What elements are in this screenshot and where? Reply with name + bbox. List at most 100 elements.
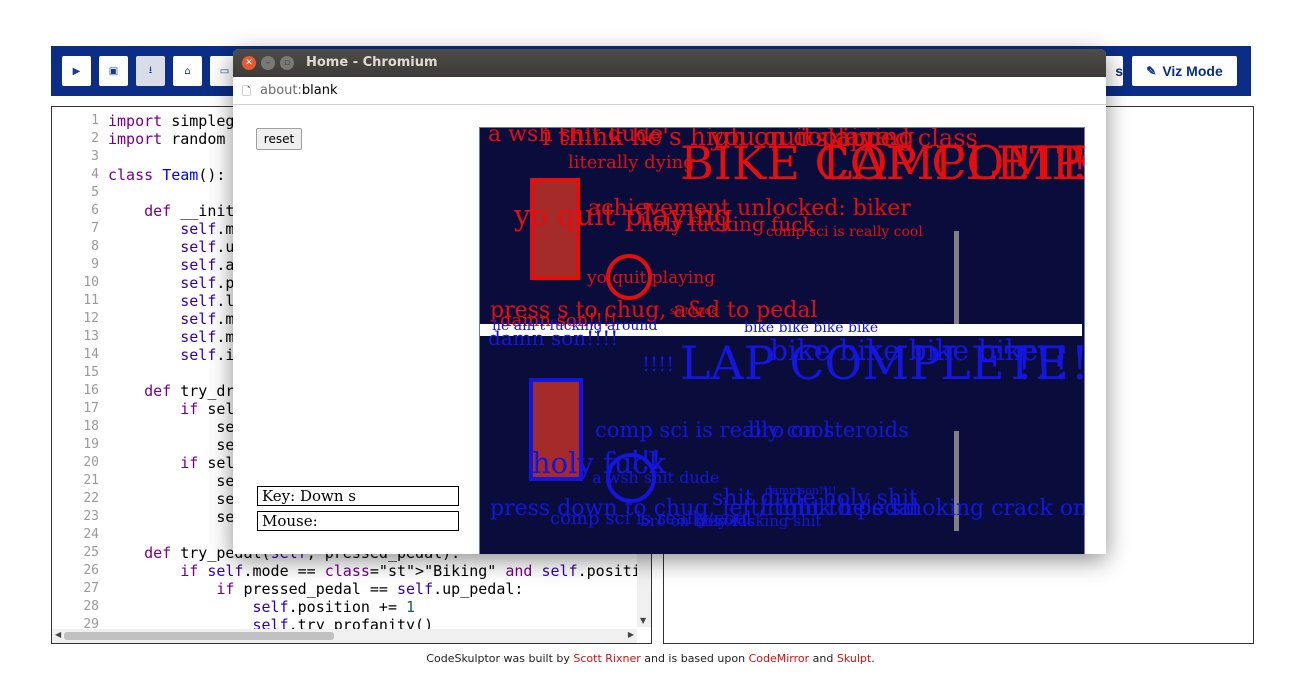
scroll-left-icon[interactable]: ◀ — [55, 630, 61, 639]
close-icon: ✕ — [245, 58, 253, 68]
line-number: 8 — [91, 239, 99, 254]
code-line[interactable]: if sel — [108, 454, 234, 472]
play-icon: ▶ — [72, 65, 81, 77]
line-number: 15 — [83, 365, 99, 380]
line-number: 10 — [83, 275, 99, 290]
code-line[interactable]: self.p — [108, 274, 234, 292]
line-number: 12 — [83, 311, 99, 326]
window-title: Home - Chromium — [306, 55, 438, 70]
canvas-red-text: yo quit playing — [587, 268, 716, 288]
code-line[interactable]: self.a — [108, 256, 234, 274]
line-number: 2 — [91, 131, 99, 146]
line-number: 14 — [83, 347, 99, 362]
footer-and: and — [809, 652, 837, 665]
line-number: 7 — [91, 221, 99, 236]
code-line[interactable]: self.m — [108, 220, 234, 238]
footer-prefix: CodeSkulptor was built by — [426, 652, 574, 665]
code-line[interactable]: self.m — [108, 328, 234, 346]
game-canvas[interactable]: a wsh shit dude i think he's high on coc… — [479, 127, 1085, 554]
line-number: 4 — [91, 167, 99, 182]
scroll-right-icon[interactable]: ▶ — [628, 630, 634, 639]
line-number: 19 — [83, 437, 99, 452]
author-link[interactable]: Scott Rixner — [573, 652, 640, 665]
line-number: 25 — [83, 545, 99, 560]
line-number: 24 — [83, 527, 99, 542]
close-window-button[interactable]: ✕ — [242, 56, 256, 70]
line-number: 18 — [83, 419, 99, 434]
maximize-icon: ▫ — [283, 58, 291, 68]
code-line[interactable]: if self.mode == class="st">"Biking" and … — [108, 562, 651, 580]
line-number: 6 — [91, 203, 99, 218]
code-line[interactable]: import random — [108, 130, 225, 148]
line-number: 22 — [83, 491, 99, 506]
line-number: 16 — [83, 383, 99, 398]
code-line[interactable]: self.m — [108, 310, 234, 328]
scrollbar-thumb[interactable] — [64, 632, 334, 640]
code-line[interactable]: def __init — [108, 202, 234, 220]
line-number: 1 — [91, 113, 99, 128]
line-number: 26 — [83, 563, 99, 578]
download-button[interactable]: ⭳ — [136, 56, 165, 86]
canvas-red-text: shit dude — [670, 306, 718, 317]
window-titlebar[interactable]: ✕ – ▫ Home - Chromium — [233, 49, 1106, 77]
skulpt-link[interactable]: Skulpt — [837, 652, 871, 665]
line-number: 23 — [83, 509, 99, 524]
address-bar[interactable]: 🗋 about:blank — [233, 77, 1106, 105]
page-icon: 🗋 — [242, 85, 251, 98]
canvas-blue-text: holy fucking shit — [695, 512, 822, 530]
scroll-down-icon[interactable]: ▼ — [640, 616, 646, 625]
code-line[interactable]: self.position += 1 — [108, 598, 416, 616]
footer-middle: and is based upon — [640, 652, 749, 665]
save-button[interactable]: ▣ — [99, 56, 128, 86]
code-line[interactable]: class Team(): — [108, 166, 225, 184]
url-scheme: about: — [260, 83, 302, 98]
url-text[interactable]: about:blank — [260, 83, 338, 98]
code-line[interactable]: import simpleg — [108, 112, 234, 130]
line-number: 20 — [83, 455, 99, 470]
wrench-icon: ✎ — [1146, 64, 1157, 78]
viz-mode-button[interactable]: ✎ Viz Mode — [1132, 56, 1237, 86]
mouse-label: Mouse: — [257, 511, 459, 531]
line-number: 3 — [91, 149, 99, 164]
line-number: 9 — [91, 257, 99, 272]
url-path: blank — [301, 83, 338, 98]
horizontal-scrollbar[interactable]: ◀ ▶ — [52, 629, 637, 643]
code-line[interactable]: self.u — [108, 238, 234, 256]
code-line[interactable]: se — [108, 508, 234, 526]
reset-button[interactable]: reset — [256, 128, 302, 150]
canvas-blue-text: a wsh shit dude — [592, 468, 720, 487]
run-button[interactable]: ▶ — [62, 56, 91, 86]
canvas-blue-text: bro on steroids — [748, 418, 909, 442]
line-number: 17 — [83, 401, 99, 416]
code-line[interactable]: self.i — [108, 346, 234, 364]
maximize-window-button[interactable]: ▫ — [280, 56, 294, 70]
codemirror-link[interactable]: CodeMirror — [749, 652, 810, 665]
hidden-button-label: s — [1115, 63, 1123, 79]
save-icon: ▣ — [108, 65, 119, 77]
canvas-blue-text: !!!! — [642, 352, 675, 376]
line-number: 28 — [83, 599, 99, 614]
minimize-window-button[interactable]: – — [261, 56, 275, 70]
canvas-blue-text: damn son!!!! — [488, 326, 619, 350]
code-line[interactable]: self.l — [108, 292, 234, 310]
canvas-blue-text: !!!! — [1015, 336, 1085, 390]
viz-mode-label: Viz Mode — [1162, 63, 1223, 79]
code-line[interactable]: if sel — [108, 400, 234, 418]
code-line[interactable]: se — [108, 418, 234, 436]
red-finish-pole — [954, 231, 959, 326]
folder-icon: ▭ — [219, 65, 230, 77]
code-line[interactable]: def try_dr — [108, 382, 234, 400]
code-line[interactable]: if pressed_pedal == self.up_pedal: — [108, 580, 523, 598]
chromium-popup-window: ✕ – ▫ Home - Chromium 🗋 about:blank rese… — [233, 49, 1106, 554]
code-line[interactable]: se — [108, 472, 234, 490]
canvas-red-text: literally dying — [568, 152, 695, 173]
code-line[interactable]: se — [108, 436, 234, 454]
key-label: Key: Down s — [257, 486, 459, 506]
line-number: 13 — [83, 329, 99, 344]
code-line[interactable]: se — [108, 490, 234, 508]
archive-icon: ⌂ — [184, 65, 191, 77]
line-number-gutter: 1 2 3 4 5 6 7 8 9 10 11 12 13 14 15 16 17 18 19 20 21 22 23 24 2… — [52, 107, 104, 632]
archive-button[interactable]: ⌂ — [173, 56, 202, 86]
line-number: 21 — [83, 473, 99, 488]
footer-suffix: . — [871, 652, 875, 665]
